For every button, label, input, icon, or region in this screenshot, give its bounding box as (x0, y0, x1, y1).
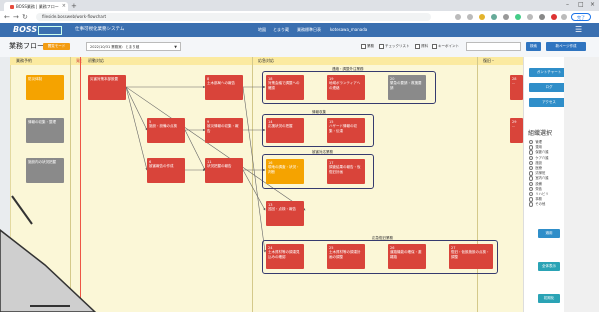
sketch-shape (0, 229, 97, 312)
sketch-line (11, 195, 33, 225)
overlay-sketch (0, 195, 97, 312)
